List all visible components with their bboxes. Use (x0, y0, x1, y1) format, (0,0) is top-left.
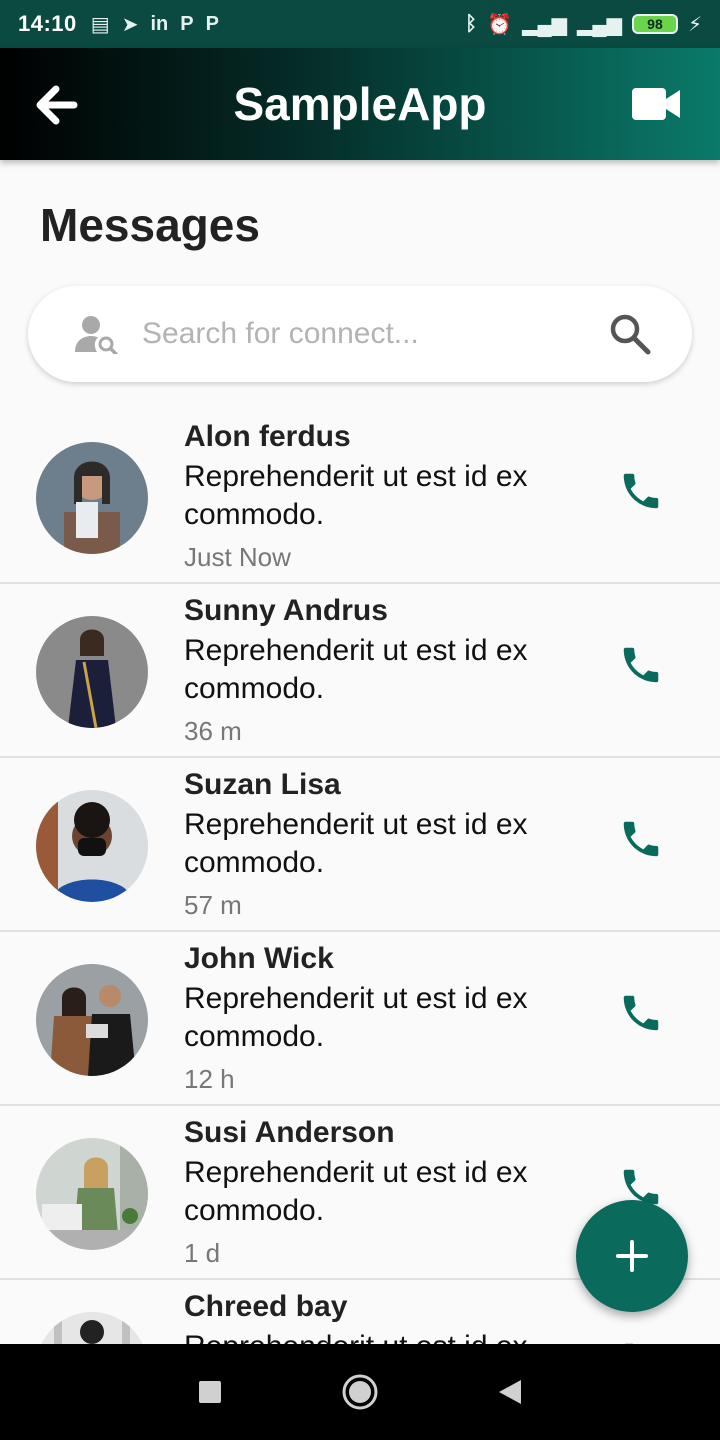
signal-icon: ▂▄▆ (577, 13, 622, 36)
status-system-icons: ᛒ ⏰ ▂▄▆ ▂▄▆ 98 ⚡ (465, 12, 702, 37)
search-input[interactable] (142, 317, 608, 351)
recents-square-icon (199, 1381, 221, 1403)
avatar[interactable] (36, 442, 148, 554)
bluetooth-icon: ᛒ (465, 12, 478, 35)
message-item[interactable]: Sunny Andrus Reprehenderit ut est id ex … (0, 584, 720, 758)
home-button[interactable] (340, 1372, 380, 1412)
contact-name: Suzan Lisa (184, 768, 341, 801)
contact-name: Chreed bay (184, 1290, 348, 1323)
alarm-off-icon: ⏰ (487, 13, 513, 36)
p-icon: P (205, 12, 219, 35)
message-time: 12 h (184, 1064, 235, 1094)
page-title: Messages (40, 199, 260, 251)
message-preview: Reprehenderit ut est id ex commodo. (184, 1328, 574, 1344)
search-icon[interactable] (608, 312, 652, 356)
back-triangle-icon (499, 1380, 521, 1404)
avatar[interactable] (36, 1138, 148, 1250)
message-time: Just Now (184, 542, 291, 572)
video-call-button[interactable] (632, 86, 682, 122)
phone-icon[interactable] (618, 468, 664, 514)
charging-icon: ⚡ (687, 13, 702, 36)
home-circle-icon (342, 1374, 378, 1410)
message-preview: Reprehenderit ut est id ex commodo. (184, 460, 528, 531)
message-time: 36 m (184, 716, 242, 746)
status-time: 14:10 (18, 11, 77, 36)
message-item[interactable]: Alon ferdus Reprehenderit ut est id ex c… (0, 410, 720, 584)
plus-icon (616, 1240, 648, 1272)
telegram-icon: ➤ (121, 13, 139, 36)
message-time: 1 d (184, 1238, 221, 1268)
back-arrow-icon (36, 85, 78, 125)
video-camera-icon (632, 88, 680, 120)
person-search-icon (75, 316, 118, 354)
phone-icon[interactable] (618, 990, 664, 1036)
message-preview: Reprehenderit ut est id ex commodo. (184, 634, 528, 705)
contact-name: John Wick (184, 942, 334, 975)
system-nav-bar (0, 1344, 720, 1440)
signal-4g-icon: ▂▄▆ (522, 13, 568, 36)
back-button[interactable] (34, 82, 80, 128)
contact-name: Alon ferdus (184, 420, 351, 453)
avatar[interactable] (36, 964, 148, 1076)
app-bar: SampleApp (0, 48, 720, 160)
add-message-button[interactable] (576, 1200, 688, 1312)
search-bar[interactable] (28, 286, 692, 382)
message-icon: ▤ (90, 13, 110, 36)
app-title: SampleApp (233, 78, 487, 130)
phone-icon[interactable] (618, 642, 664, 688)
message-time: 57 m (184, 890, 242, 920)
recents-button[interactable] (190, 1372, 230, 1412)
message-preview: Reprehenderit ut est id ex commodo. (184, 982, 528, 1053)
contact-name: Susi Anderson (184, 1116, 395, 1149)
status-bar: 14:10 ▤ ➤ in P P ᛒ ⏰ ▂▄▆ ▂▄▆ 98 ⚡ (0, 0, 720, 48)
message-item[interactable]: John Wick Reprehenderit ut est id ex com… (0, 932, 720, 1106)
system-back-button[interactable] (490, 1372, 530, 1412)
avatar[interactable] (36, 790, 148, 902)
status-notification-icons: ▤ ➤ in P P (91, 12, 219, 37)
linkedin-icon: in (150, 12, 169, 35)
battery-icon: 98 (631, 14, 678, 34)
message-preview: Reprehenderit ut est id ex commodo. (184, 1156, 528, 1227)
contact-name: Sunny Andrus (184, 594, 388, 627)
avatar[interactable] (36, 1312, 148, 1344)
phone-icon[interactable] (618, 816, 664, 862)
p-icon: P (180, 12, 194, 35)
message-item[interactable]: Suzan Lisa Reprehenderit ut est id ex co… (0, 758, 720, 932)
avatar[interactable] (36, 616, 148, 728)
message-preview: Reprehenderit ut est id ex commodo. (184, 808, 528, 879)
